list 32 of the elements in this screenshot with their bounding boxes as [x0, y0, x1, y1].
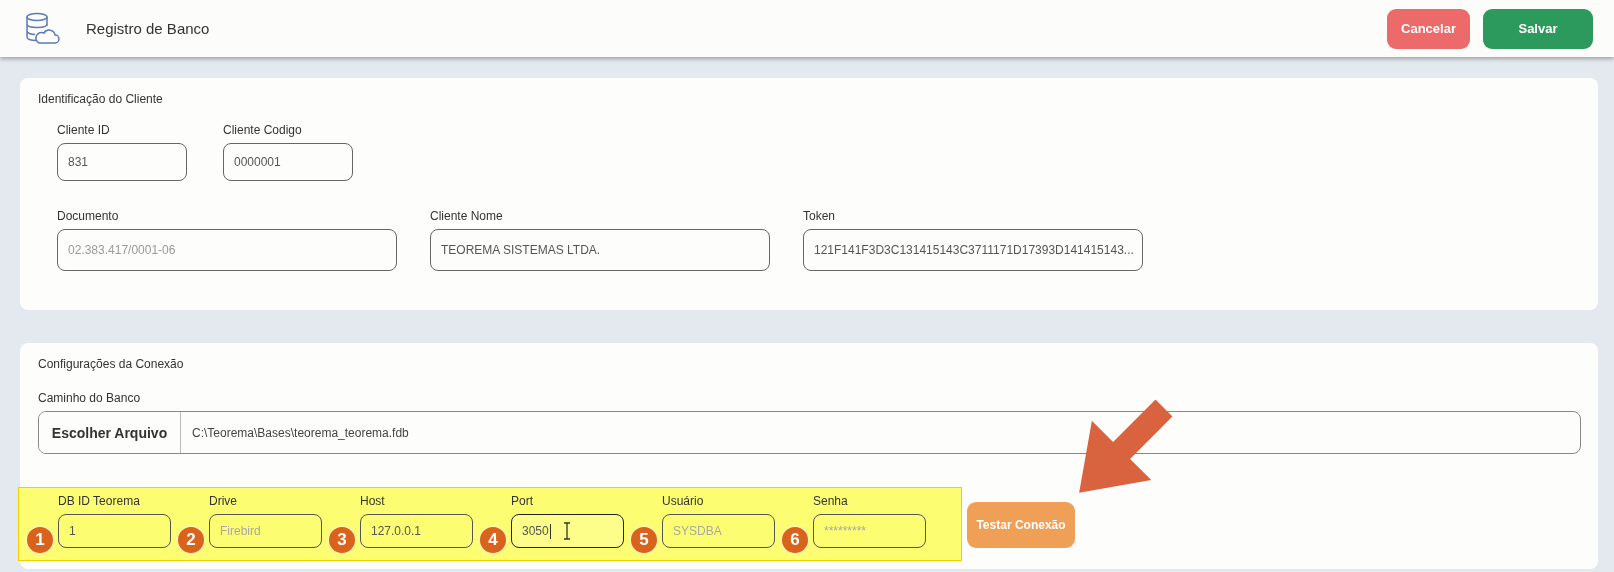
input-field[interactable]: 127.0.0.1	[360, 514, 473, 548]
field-label: Cliente Nome	[430, 209, 504, 223]
input-field[interactable]: 3050	[511, 514, 624, 548]
input-field[interactable]: 121F141F3D3C131415143C3711171D17393D141415143...	[803, 229, 1143, 271]
text-caret	[549, 523, 551, 539]
field-label: DB ID Teorema	[58, 494, 141, 508]
step-badge: 1	[25, 525, 55, 555]
text-cursor-icon	[562, 522, 571, 540]
section-title: Configurações da Conexão	[38, 357, 185, 371]
input-field[interactable]: 831	[57, 143, 187, 181]
page-title: Registro de Banco	[86, 20, 210, 37]
field-label: Port	[511, 494, 534, 508]
step-badge: 6	[780, 525, 810, 555]
field-label: Host	[360, 494, 386, 508]
step-badge: 2	[176, 525, 206, 555]
save-button[interactable]: Salvar	[1483, 8, 1593, 49]
field-label: Senha	[813, 494, 849, 508]
field-label: Caminho do Banco	[38, 391, 142, 405]
field-label: Drive	[209, 494, 238, 508]
input-field[interactable]: 0000001	[223, 143, 353, 181]
section-title: Identificação do Cliente	[38, 92, 164, 106]
step-badge: 3	[327, 525, 357, 555]
input-field[interactable]: 1	[58, 514, 171, 548]
field-label: Cliente ID	[57, 123, 111, 137]
step-badge: 5	[629, 525, 659, 555]
step-badge: 4	[478, 525, 508, 555]
input-field[interactable]: TEOREMA SISTEMAS LTDA.	[430, 229, 770, 271]
database-cloud-icon	[24, 10, 60, 47]
field-label: Documento	[57, 209, 120, 223]
field-label: Token	[803, 209, 837, 223]
field-label: Usuário	[662, 494, 705, 508]
field-label: Cliente Codigo	[223, 123, 303, 137]
